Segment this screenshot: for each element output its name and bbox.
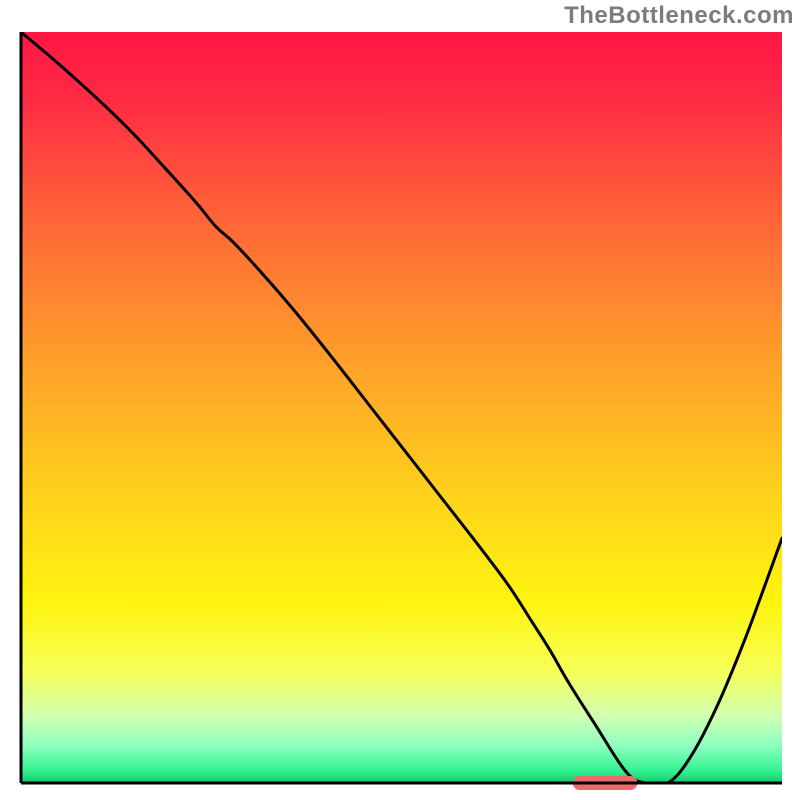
chart-container: TheBottleneck.com	[0, 0, 800, 800]
gradient-background	[21, 32, 782, 783]
bottleneck-chart	[0, 0, 800, 800]
